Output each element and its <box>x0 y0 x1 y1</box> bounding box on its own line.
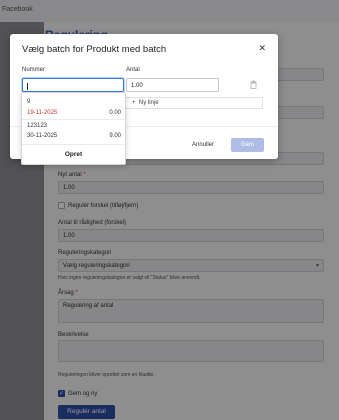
option-2-date[interactable]: 30-11-2025 <box>27 133 57 139</box>
cancel-button[interactable]: Annuller <box>188 138 218 152</box>
col-qty-header: Antal <box>126 67 140 73</box>
batch-number-input[interactable] <box>22 78 124 92</box>
trash-icon[interactable] <box>250 80 257 91</box>
option-2-number[interactable]: 123123 <box>27 123 47 129</box>
option-1-date[interactable]: 19-11-2025 <box>27 110 57 116</box>
option-2-qty[interactable]: 9.00 <box>109 133 121 139</box>
option-1-number[interactable]: 9 <box>27 99 30 105</box>
close-icon[interactable]: ✕ <box>258 43 266 54</box>
plus-icon: + <box>132 100 136 106</box>
dropdown-divider <box>22 144 125 145</box>
batch-dropdown: 9 19-11-2025 0.00 123123 30-11-2025 9.00… <box>21 92 126 165</box>
save-button[interactable]: Gem <box>231 138 264 152</box>
modal-title: Vælg batch for Produkt med batch <box>22 44 167 55</box>
text-caret <box>27 83 28 90</box>
batch-qty-input[interactable]: 1.00 <box>126 78 219 92</box>
new-line-label: Ny linje <box>138 100 159 106</box>
option-1-qty[interactable]: 0.00 <box>109 110 121 116</box>
new-line-button[interactable]: + Ny linje <box>125 97 263 109</box>
create-batch-button[interactable]: Opret <box>22 151 125 158</box>
col-number-header: Nummer <box>22 67 46 73</box>
dropdown-divider <box>22 119 125 120</box>
